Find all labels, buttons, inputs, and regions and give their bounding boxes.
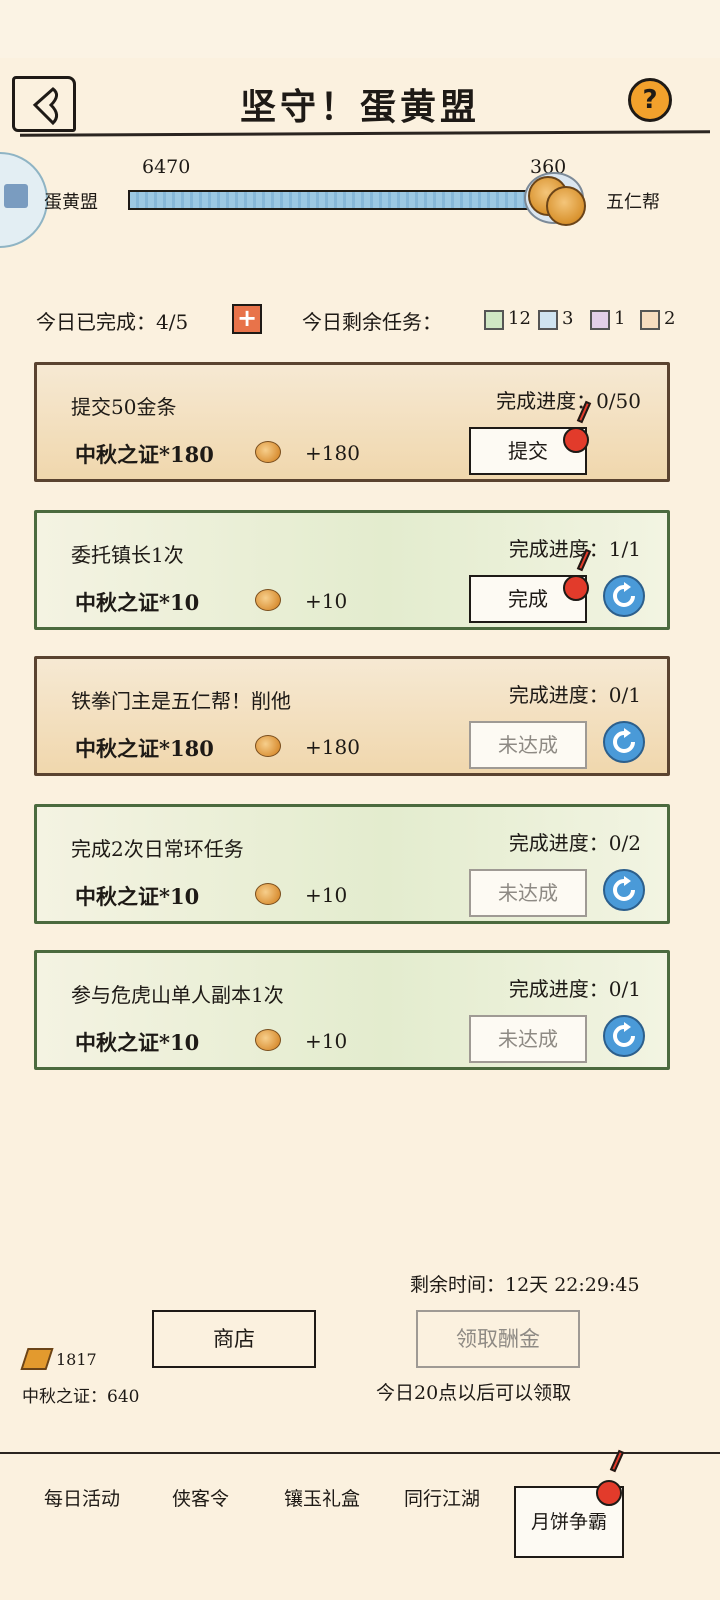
gold-count: 1817 <box>56 1350 97 1369</box>
task-reward: 中秋之证*10 <box>75 1030 200 1055</box>
task-type-count: 12 <box>508 308 531 329</box>
task-progress: 完成进度：0/1 <box>508 977 641 1001</box>
task-card: 完成2次日常环任务中秋之证*10 +10 完成进度：0/2 未达成 <box>34 804 670 924</box>
task-reward: 中秋之证*10 <box>75 590 200 615</box>
right-team-label: 五仁帮 <box>606 192 660 213</box>
task-type-chip <box>590 310 610 330</box>
task-reward: 中秋之证*180 <box>75 442 214 467</box>
badge-icon <box>4 184 28 208</box>
battle-progress-bar <box>128 190 564 210</box>
task-type-chip <box>484 310 504 330</box>
task-reward: 中秋之证*10 <box>75 884 200 909</box>
mooncake-icon <box>255 735 281 757</box>
task-name: 提交50金条 <box>71 395 177 419</box>
alert-icon <box>563 427 589 453</box>
task-reward: 中秋之证*180 <box>75 736 214 761</box>
tab-alert-icon <box>596 1480 622 1506</box>
mooncake-icon <box>255 441 281 463</box>
battle-progress-fill <box>130 192 540 208</box>
task-name: 参与危虎山单人副本1次 <box>71 983 284 1007</box>
completed-today: 今日已完成：4/5 <box>36 310 189 334</box>
tab-jade-gift-box[interactable]: 镶玉礼盒 <box>284 1484 360 1511</box>
claim-note: 今日20点以后可以领取 <box>376 1382 572 1404</box>
remaining-time: 剩余时间：12天 22:29:45 <box>410 1274 640 1296</box>
help-icon[interactable]: ? <box>628 78 672 122</box>
mooncake-icon <box>255 1029 281 1051</box>
task-type-count: 3 <box>562 308 574 329</box>
task-type-count: 1 <box>614 308 626 329</box>
left-score: 6470 <box>142 156 191 178</box>
task-bonus: +180 <box>305 441 360 465</box>
remaining-tasks-label: 今日剩余任务： <box>302 310 442 334</box>
back-arrow-icon <box>32 87 58 126</box>
task-action-button[interactable]: 未达成 <box>469 1015 587 1063</box>
token-count: 中秋之证：640 <box>22 1387 140 1407</box>
task-card: 铁拳门主是五仁帮！削他中秋之证*180 +180 完成进度：0/1 未达成 <box>34 656 670 776</box>
task-bonus: +10 <box>305 1029 348 1053</box>
tab-travel-together[interactable]: 同行江湖 <box>404 1484 480 1511</box>
task-type-chip <box>538 310 558 330</box>
tab-hero-token[interactable]: 侠客令 <box>172 1484 229 1511</box>
task-card: 提交50金条 中秋之证*180 +180 完成进度：0/50 提交 <box>34 362 670 482</box>
refresh-icon[interactable] <box>603 1015 645 1057</box>
tab-daily-activity[interactable]: 每日活动 <box>44 1484 120 1511</box>
back-button[interactable] <box>12 76 76 132</box>
task-progress: 完成进度：0/1 <box>508 683 641 707</box>
task-progress: 完成进度：0/50 <box>496 389 641 413</box>
task-bonus: +10 <box>305 883 348 907</box>
task-bonus: +180 <box>305 735 360 759</box>
task-name: 完成2次日常环任务 <box>71 837 244 861</box>
add-icon[interactable]: + <box>232 304 262 334</box>
page-title: 坚守！蛋黄盟 <box>239 86 480 128</box>
claim-reward-button[interactable]: 领取酬金 <box>416 1310 580 1368</box>
task-bonus: +10 <box>305 589 348 613</box>
alert-icon <box>563 575 589 601</box>
mooncake-icon <box>255 883 281 905</box>
shop-button[interactable]: 商店 <box>152 1310 316 1368</box>
task-progress: 完成进度：1/1 <box>508 537 641 561</box>
refresh-icon[interactable] <box>603 721 645 763</box>
task-type-count: 2 <box>664 308 676 329</box>
refresh-icon[interactable] <box>603 575 645 617</box>
refresh-icon[interactable] <box>603 869 645 911</box>
task-progress: 完成进度：0/2 <box>508 831 641 855</box>
task-card: 委托镇长1次 中秋之证*10 +10 完成进度：1/1 完成 <box>34 510 670 630</box>
bottom-divider <box>0 1452 720 1454</box>
top-strip <box>0 0 720 58</box>
left-team-label: 蛋黄盟 <box>44 192 98 213</box>
mooncake-icon <box>255 589 281 611</box>
task-card: 参与危虎山单人副本1次中秋之证*10 +10 完成进度：0/1 未达成 <box>34 950 670 1070</box>
mooncake-icon <box>546 186 586 226</box>
task-type-chip <box>640 310 660 330</box>
task-action-button[interactable]: 未达成 <box>469 869 587 917</box>
task-name: 铁拳门主是五仁帮！削他 <box>71 689 291 713</box>
task-action-button[interactable]: 未达成 <box>469 721 587 769</box>
task-name: 委托镇长1次 <box>71 543 184 567</box>
